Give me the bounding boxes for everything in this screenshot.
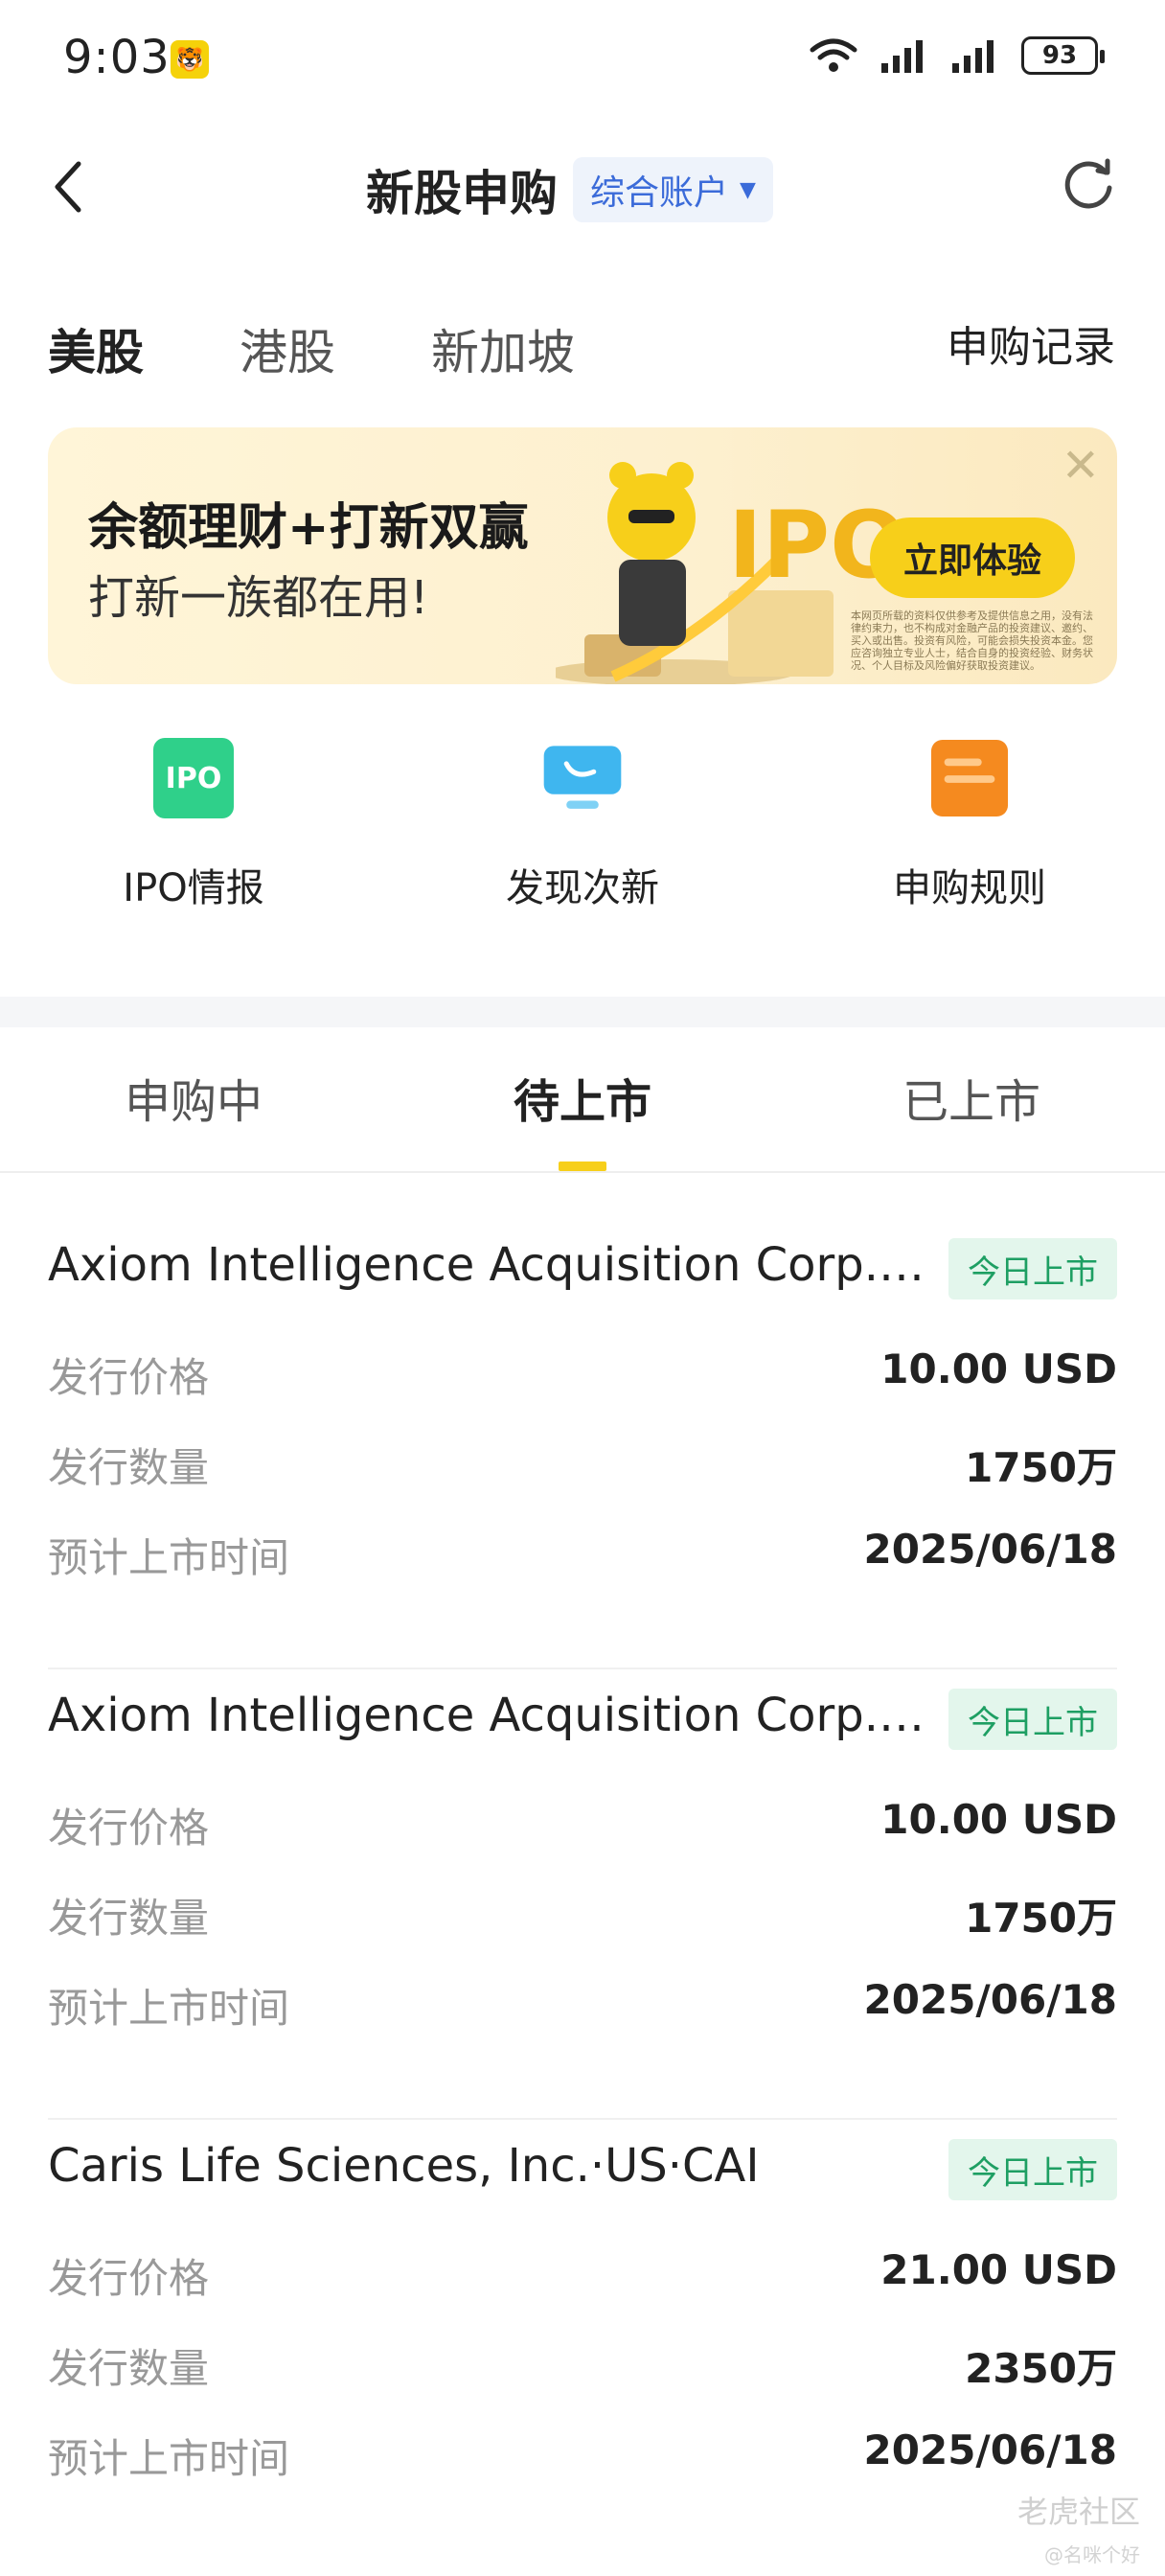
quick-action-ipo-info[interactable]: IPO IPO情报 <box>59 738 328 912</box>
ipo-quantity-row: 发行数量 1750万 <box>48 1886 1117 1944</box>
quick-action-rules[interactable]: 申购规则 <box>835 738 1104 912</box>
signal-icon-2 <box>952 40 994 73</box>
quantity-label: 发行数量 <box>48 1895 210 1942</box>
caret-down-icon: ▼ <box>740 177 756 202</box>
status-time: 9:03 <box>63 31 171 84</box>
quick-action-label: IPO情报 <box>123 866 264 910</box>
listing-time-label: 预计上市时间 <box>48 2435 290 2482</box>
section-divider <box>0 997 1165 1027</box>
quantity-value: 1750万 <box>965 1444 1117 1491</box>
ipo-price-row: 发行价格 10.00 USD <box>48 1346 1117 1404</box>
tab-hk-stocks[interactable]: 港股 <box>240 314 335 383</box>
ipo-status-tabs: 申购中 待上市 已上市 <box>0 1027 1165 1173</box>
ipo-icon: IPO <box>153 738 234 818</box>
ipo-name: Caris Life Sciences, Inc.·US·CAI <box>48 2139 760 2193</box>
ipo-list-item[interactable]: Axiom Intelligence Acquisition Corp. I·.… <box>48 1219 1117 1669</box>
close-icon[interactable]: ✕ <box>1062 439 1100 493</box>
refresh-icon <box>1064 158 1112 209</box>
quantity-value: 2350万 <box>965 2345 1117 2392</box>
status-badge: 今日上市 <box>948 1689 1117 1750</box>
signal-icon <box>881 40 923 73</box>
banner-headline: 余额理财+打新双赢 <box>88 499 529 557</box>
price-value: 10.00 USD <box>880 1796 1117 1843</box>
ipo-price-row: 发行价格 10.00 USD <box>48 1796 1117 1854</box>
ipo-name: Axiom Intelligence Acquisition Corp. I·.… <box>48 1689 939 1742</box>
banner-subline: 打新一族都在用! <box>88 571 429 625</box>
active-tab-indicator <box>559 1162 606 1171</box>
listing-time-value: 2025/06/18 <box>863 1526 1117 1573</box>
ipo-name: Axiom Intelligence Acquisition Corp. I·.… <box>48 1238 939 1292</box>
document-icon <box>929 738 1010 818</box>
ipo-listing-time-row: 预计上市时间 2025/06/18 <box>48 1976 1117 2035</box>
battery-icon: 93 <box>1021 36 1105 75</box>
ipo-listing-time-row: 预计上市时间 2025/06/18 <box>48 2426 1117 2485</box>
ipo-quantity-row: 发行数量 1750万 <box>48 1436 1117 1494</box>
tab-subscribing[interactable]: 申购中 <box>50 1064 337 1131</box>
ipo-list-item[interactable]: Caris Life Sciences, Inc.·US·CAI 今日上市 发行… <box>48 2120 1117 2570</box>
ipo-list-item[interactable]: Axiom Intelligence Acquisition Corp. I·.… <box>48 1669 1117 2120</box>
quick-actions: IPO IPO情报 发现次新 申购规则 <box>0 738 1165 920</box>
listing-time-value: 2025/06/18 <box>863 2426 1117 2473</box>
tab-pending-listing[interactable]: 待上市 <box>439 1064 726 1131</box>
price-value: 10.00 USD <box>880 1346 1117 1392</box>
try-now-button[interactable]: 立即体验 <box>870 518 1075 598</box>
quantity-value: 1750万 <box>965 1895 1117 1942</box>
price-value: 21.00 USD <box>880 2246 1117 2293</box>
tiger-app-icon: 🐯 <box>171 40 209 79</box>
listing-time-label: 预计上市时间 <box>48 1534 290 1581</box>
ipo-price-row: 发行价格 21.00 USD <box>48 2246 1117 2305</box>
quick-action-label: 申购规则 <box>893 866 1046 910</box>
monitor-icon <box>542 738 623 818</box>
watermark-username: @名咪个好 <box>1044 2543 1140 2566</box>
market-tabs: 美股 港股 新加坡 <box>48 314 671 383</box>
tiger-mascot-illustration: IPO <box>556 462 901 684</box>
chevron-left-icon <box>55 161 81 213</box>
price-label: 发行价格 <box>48 2255 210 2302</box>
status-badge: 今日上市 <box>948 2139 1117 2200</box>
quantity-label: 发行数量 <box>48 2345 210 2392</box>
account-selector[interactable]: 综合账户 ▼ <box>573 157 773 222</box>
quick-action-label: 发现次新 <box>506 866 659 910</box>
promo-banner[interactable]: 余额理财+打新双赢 打新一族都在用! IPO 立即体验 ✕ 本网页所载的资料仅供… <box>48 427 1117 684</box>
app-header: 新股申购 综合账户 ▼ <box>0 134 1165 240</box>
community-watermark: 老虎社区 <box>1017 2494 1140 2530</box>
account-label: 综合账户 <box>590 173 729 213</box>
tab-listed[interactable]: 已上市 <box>828 1064 1115 1131</box>
price-label: 发行价格 <box>48 1805 210 1852</box>
tab-singapore[interactable]: 新加坡 <box>431 314 575 383</box>
quantity-label: 发行数量 <box>48 1444 210 1491</box>
listing-time-label: 预计上市时间 <box>48 1985 290 2032</box>
refresh-button[interactable] <box>1058 155 1119 217</box>
back-button[interactable] <box>40 153 98 220</box>
listing-time-value: 2025/06/18 <box>863 1976 1117 2023</box>
status-bar: 9:03 🐯 93 <box>0 0 1165 115</box>
battery-level: 93 <box>1041 41 1078 70</box>
tab-us-stocks[interactable]: 美股 <box>48 314 144 383</box>
ipo-quantity-row: 发行数量 2350万 <box>48 2336 1117 2395</box>
status-icons: 93 <box>809 36 1105 75</box>
ipo-listing-time-row: 预计上市时间 2025/06/18 <box>48 1526 1117 1584</box>
page-title: 新股申购 <box>366 166 558 221</box>
wifi-icon <box>810 38 857 72</box>
title-group: 新股申购 综合账户 ▼ <box>366 155 773 224</box>
quick-action-discover-new[interactable]: 发现次新 <box>448 738 717 912</box>
status-badge: 今日上市 <box>948 1238 1117 1300</box>
banner-disclaimer: 本网页所载的资料仅供参考及提供信息之用，没有法律约束力，也不构成对金融产品的投资… <box>851 610 1093 672</box>
price-label: 发行价格 <box>48 1354 210 1401</box>
subscription-records-link[interactable]: 申购记录 <box>947 312 1115 374</box>
